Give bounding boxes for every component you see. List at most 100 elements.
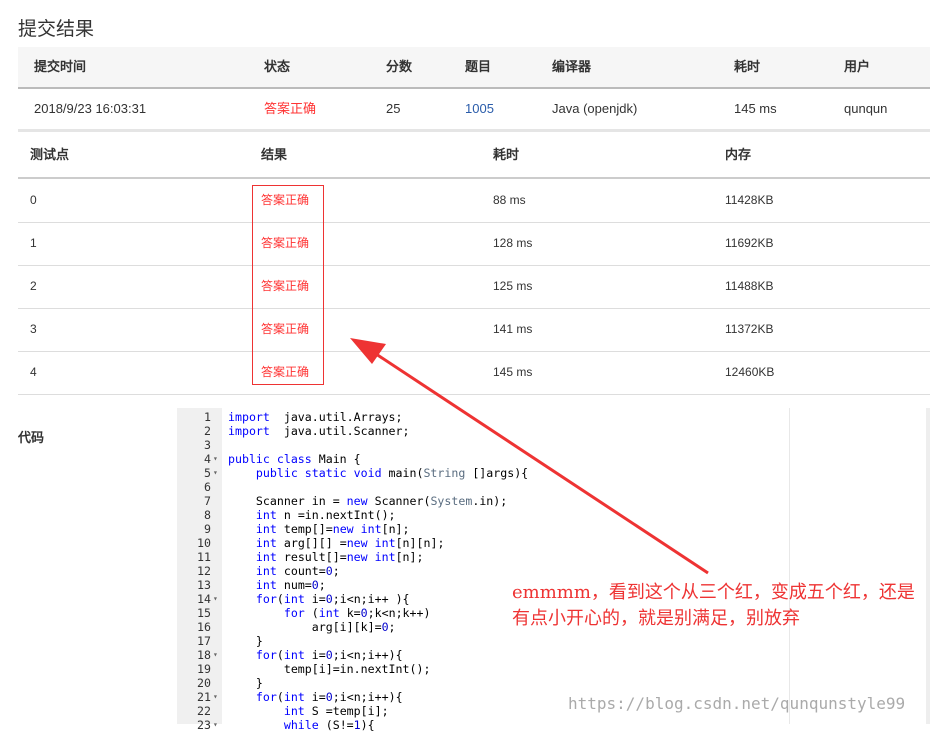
code-token: i=	[304, 690, 326, 704]
code-token: }	[228, 634, 263, 648]
code-text: temp[i]=in.nextInt();	[228, 662, 431, 676]
code-token: int	[255, 564, 277, 578]
scrollbar[interactable]	[926, 408, 930, 724]
fold-arrow-icon[interactable]: ▾	[213, 452, 218, 466]
header-time: 耗时	[493, 147, 520, 162]
code-token: import	[228, 410, 270, 424]
code-token: String	[423, 466, 466, 480]
code-text: int num=0;	[228, 578, 326, 592]
code-token: int	[283, 690, 305, 704]
code-token: while	[283, 718, 319, 732]
table-row: 1 答案正确 128 ms 11692KB	[18, 222, 930, 266]
code-token: k=	[339, 606, 361, 620]
fold-arrow-icon[interactable]: ▾	[213, 648, 218, 662]
line-number: 21	[197, 690, 211, 704]
summary-header: 提交时间 状态 分数 题目 编译器 耗时 用户	[18, 47, 930, 89]
header-score: 分数	[386, 59, 413, 74]
problem-link[interactable]: 1005	[465, 89, 494, 129]
time: 88 ms	[493, 193, 526, 207]
line-number: 3	[204, 438, 211, 452]
code-token: ){	[360, 718, 375, 732]
fold-arrow-icon[interactable]: ▾	[213, 466, 218, 480]
code-token: (S!=	[318, 718, 354, 732]
time: 125 ms	[493, 279, 533, 293]
code-token: (	[276, 690, 284, 704]
code-token: 0	[381, 620, 389, 634]
code-token: 0	[325, 648, 333, 662]
line-number: 19	[197, 662, 211, 676]
header-result: 结果	[261, 147, 288, 162]
code-token: n =in.nextInt();	[276, 508, 396, 522]
code-token: new int	[346, 550, 396, 564]
code-text: int temp[]=new int[n];	[228, 522, 410, 536]
code-token: temp[i]=in.nextInt();	[228, 662, 431, 676]
code-token: i=	[304, 592, 326, 606]
code-text: while (S!=1){	[228, 718, 375, 732]
code-token: int	[255, 578, 277, 592]
code-token: for	[255, 592, 277, 606]
line-number: 14	[197, 592, 211, 606]
memory: 11372KB	[725, 322, 774, 336]
code-token: for	[255, 648, 277, 662]
code-token: arg[i][k]=	[228, 620, 382, 634]
code-token: int	[283, 592, 305, 606]
code-token: int	[318, 606, 340, 620]
score: 25	[386, 101, 401, 116]
line-number: 11	[197, 550, 211, 564]
code-token: int	[255, 522, 277, 536]
fold-arrow-icon[interactable]: ▾	[213, 592, 218, 606]
memory: 11692KB	[725, 236, 774, 250]
watermark: https://blog.csdn.net/qunqunstyle99	[568, 694, 906, 713]
code-token: new	[346, 494, 368, 508]
user-link[interactable]: qunqun	[844, 89, 887, 129]
line-number: 13	[197, 578, 211, 592]
code-token: 0	[325, 690, 333, 704]
code-text: public class Main {	[228, 452, 361, 466]
header-time: 耗时	[734, 59, 761, 74]
code-token: .in);	[472, 494, 508, 508]
code-token: public static void	[255, 466, 382, 480]
code-text: int S =temp[i];	[228, 704, 389, 718]
line-number: 18	[197, 648, 211, 662]
line-number: 16	[197, 620, 211, 634]
table-row: 0 答案正确 88 ms 11428KB	[18, 179, 930, 223]
code-label: 代码	[18, 430, 45, 445]
code-token: (	[276, 592, 284, 606]
testcase-id: 3	[30, 322, 37, 336]
code-token: int	[255, 550, 277, 564]
code-token: 0	[360, 606, 368, 620]
line-number: 7	[204, 494, 211, 508]
line-number: 12	[197, 564, 211, 578]
fold-arrow-icon[interactable]: ▾	[213, 718, 218, 732]
code-token: int	[283, 648, 305, 662]
code-token: num=	[276, 578, 312, 592]
code-text: for(int i=0;i<n;i++ ){	[228, 592, 410, 606]
code-token: temp[]=	[276, 522, 333, 536]
code-token: ;i<n;i++){	[332, 690, 403, 704]
line-number: 10	[197, 536, 211, 550]
code-token: System	[430, 494, 473, 508]
code-token: new int	[332, 522, 382, 536]
line-number: 2	[204, 424, 211, 438]
header-compiler: 编译器	[552, 59, 592, 74]
code-token: ;	[332, 564, 340, 578]
annotation-line-2: 有点小开心的，就是别满足，别放弃	[512, 608, 800, 629]
line-number: 23	[197, 718, 211, 732]
memory: 12460KB	[725, 365, 775, 379]
code-token: count=	[276, 564, 326, 578]
line-number: 22	[197, 704, 211, 718]
line-number: 5	[204, 466, 211, 480]
code-text: }	[228, 676, 263, 690]
code-token: for	[283, 606, 305, 620]
code-editor[interactable]: 1 import java.util.Arrays; 2 import java.ut…	[177, 408, 789, 732]
line-number: 4	[204, 452, 211, 466]
header-user: 用户	[844, 59, 871, 74]
code-token: [n][n];	[395, 536, 445, 550]
fold-arrow-icon[interactable]: ▾	[213, 690, 218, 704]
